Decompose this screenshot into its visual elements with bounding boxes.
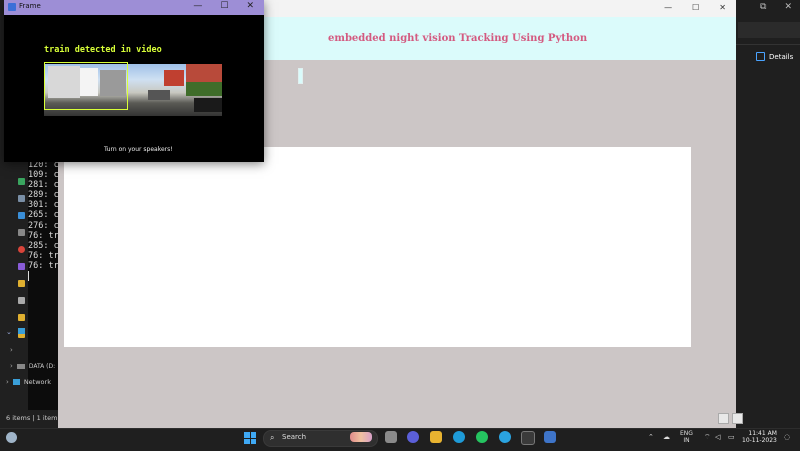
system-clock[interactable]: 11:41 AM 10-11-2023	[742, 430, 777, 444]
data-drive-label: DATA (D:	[28, 362, 56, 370]
whatsapp-icon[interactable]	[476, 431, 488, 443]
car-image	[148, 90, 170, 100]
console-line: 76: tr	[28, 250, 59, 261]
explorer-window-controls: ⧉ ✕	[760, 2, 792, 12]
terminal-icon[interactable]	[521, 431, 535, 445]
notification-icon[interactable]: ◌	[784, 433, 790, 441]
language-indicator[interactable]: ENG IN	[680, 430, 693, 444]
text-cursor	[28, 271, 29, 282]
frame-app-icon	[8, 3, 16, 11]
clock-date: 10-11-2023	[742, 437, 777, 444]
lang-line2: IN	[683, 437, 690, 444]
weather-icon[interactable]	[6, 432, 17, 443]
file-icon[interactable]	[18, 297, 25, 304]
console-line: 285: c	[28, 240, 59, 251]
search-icon: ⌕	[270, 433, 275, 442]
frame-window: Frame — ☐ ✕ train detected in video Turn…	[4, 0, 264, 162]
frame-title: Frame	[19, 2, 41, 10]
view-toggles	[718, 413, 743, 424]
selected-count: 1 item	[36, 414, 58, 422]
minimize-icon[interactable]: —	[664, 3, 672, 12]
roof-image	[164, 70, 184, 86]
explorer-toolbar-divider	[736, 44, 800, 45]
battery-icon[interactable]: ▭	[728, 433, 735, 441]
document-icon[interactable]	[18, 195, 25, 202]
details-label: Details	[769, 52, 794, 61]
app-title: embedded night vision Tracking Using Pyt…	[328, 33, 588, 44]
console-line: 76: tr	[28, 260, 59, 271]
chevron-up-icon[interactable]: ⌃	[648, 433, 654, 441]
search-highlight-image	[350, 432, 372, 442]
video-icon[interactable]	[18, 246, 25, 253]
tiles-view-icon[interactable]	[732, 413, 743, 424]
detection-bounding-box	[44, 62, 128, 110]
speaker-notice: Turn on your speakers!	[104, 146, 173, 153]
monitor-icon	[18, 328, 25, 334]
details-button[interactable]: Details	[756, 52, 793, 61]
folder-icon[interactable]	[18, 314, 25, 321]
nav-icon-column	[18, 178, 28, 348]
nav-item-data-drive[interactable]: › DATA (D:	[10, 362, 55, 370]
car-image	[194, 98, 222, 112]
explorer-right-pane	[736, 0, 800, 428]
app-text-entry[interactable]	[298, 68, 303, 84]
nav-item-network[interactable]: › Network	[6, 378, 51, 386]
task-view-icon[interactable]	[385, 431, 397, 443]
console-output: 120: c 109: c 281: c 289: c 301: c 265: …	[28, 160, 60, 410]
expand-chevron-icon: ›	[6, 378, 9, 386]
console-line: 289: c	[28, 190, 59, 201]
item-count: 6 items	[6, 414, 31, 422]
maximize-icon[interactable]: ☐	[692, 3, 699, 12]
search-label: Search	[282, 433, 307, 441]
clock-time: 11:41 AM	[748, 430, 777, 437]
volume-icon[interactable]: ◁	[715, 433, 720, 441]
console-line: 109: c	[28, 170, 59, 181]
copy-icon[interactable]: ⧉	[760, 2, 766, 12]
file-explorer-icon[interactable]	[430, 431, 442, 443]
windows-logo-icon	[244, 432, 250, 438]
this-pc-chevron[interactable]: ⌄	[6, 328, 12, 336]
folder-icon[interactable]	[18, 280, 25, 287]
start-button[interactable]	[244, 432, 256, 444]
minimize-icon[interactable]: —	[193, 1, 202, 11]
music-icon[interactable]	[18, 229, 25, 236]
app-icon[interactable]	[18, 263, 25, 270]
frame-window-controls: — ☐ ✕	[193, 1, 254, 11]
explorer-search-box[interactable]	[738, 22, 800, 38]
download-icon[interactable]	[18, 178, 25, 185]
details-view-icon[interactable]	[718, 413, 729, 424]
details-pane-icon	[756, 52, 765, 61]
expand-chevron-icon: ›	[10, 362, 13, 370]
expand-chevron[interactable]: ›	[10, 346, 13, 354]
lang-line1: ENG	[680, 430, 693, 437]
maximize-icon[interactable]: ☐	[220, 1, 228, 11]
network-label: Network	[23, 378, 51, 386]
console-line: 265: c	[28, 210, 59, 221]
console-line: 276: c	[28, 220, 59, 231]
detection-label: train detected in video	[44, 45, 162, 55]
console-line: 76: tr	[28, 230, 59, 241]
close-icon[interactable]: ✕	[719, 3, 726, 12]
console-line: 281: c	[28, 180, 59, 191]
chat-icon[interactable]	[407, 431, 419, 443]
explorer-status-bar: 6 items | 1 item	[6, 414, 58, 422]
telegram-icon[interactable]	[499, 431, 511, 443]
wifi-icon[interactable]: ⌔	[704, 433, 711, 442]
close-icon[interactable]: ✕	[246, 1, 254, 11]
close-icon[interactable]: ✕	[784, 2, 792, 12]
edge-icon[interactable]	[453, 431, 465, 443]
onedrive-icon[interactable]: ☁	[663, 433, 670, 441]
console-line: 301: c	[28, 200, 59, 211]
trees-image	[186, 82, 222, 96]
network-icon	[12, 379, 20, 385]
python-icon[interactable]	[544, 431, 556, 443]
app-window-controls: — ☐ ✕	[664, 3, 726, 12]
app-canvas	[64, 147, 691, 347]
picture-icon[interactable]	[18, 212, 25, 219]
drive-icon	[16, 363, 25, 369]
